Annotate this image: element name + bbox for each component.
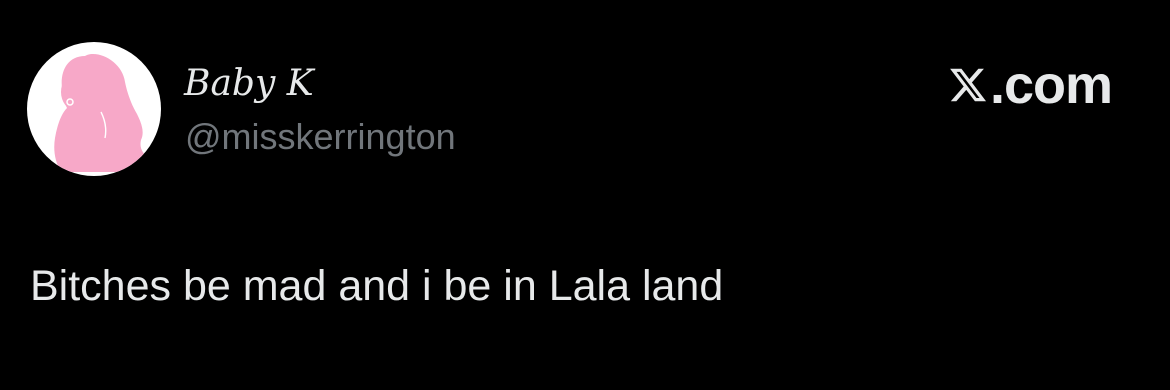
avatar[interactable] — [27, 42, 161, 176]
x-logo-icon — [950, 68, 986, 102]
user-handle[interactable]: @misskerrington — [185, 115, 456, 159]
brand-watermark: .com — [948, 55, 1113, 115]
post-card: Baby K @misskerrington .com Bitches be m… — [0, 0, 1170, 390]
pink-woman-silhouette-icon — [54, 54, 149, 172]
post-text: Bitches be mad and i be in Lala land — [30, 262, 724, 310]
display-name[interactable]: Baby K — [184, 62, 314, 106]
brand-domain-text: .com — [989, 55, 1113, 115]
